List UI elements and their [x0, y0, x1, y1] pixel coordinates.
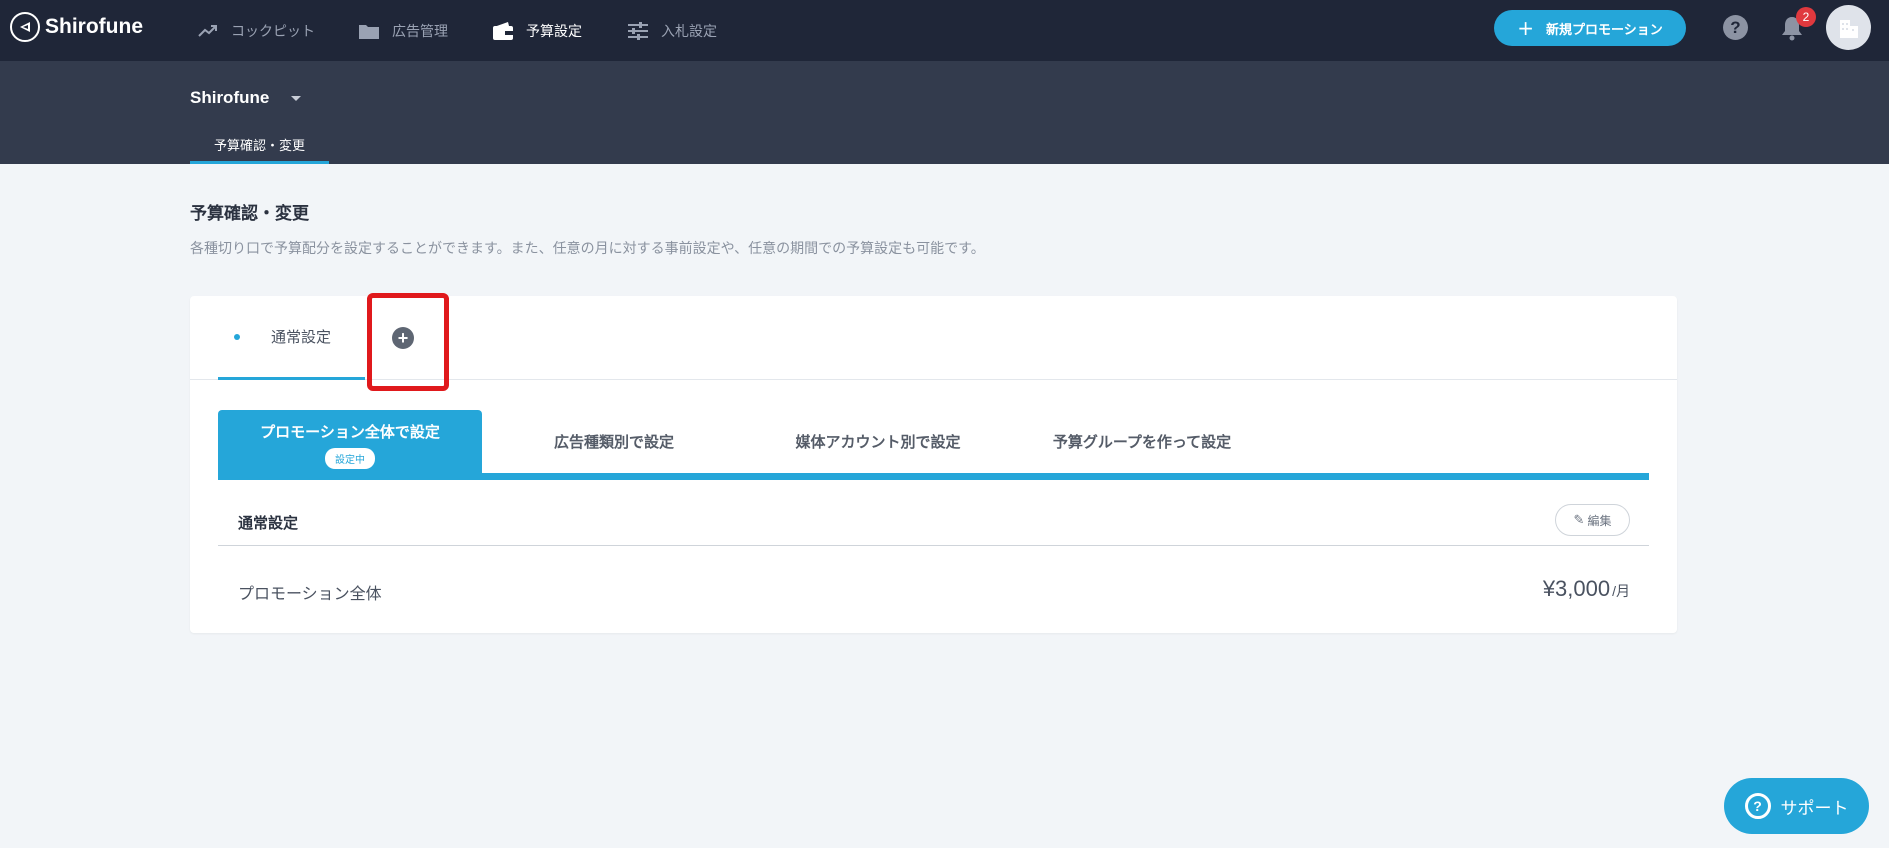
budget-row: プロモーション全体 ¥3,000/月 — [218, 546, 1649, 633]
pencil-icon: ✎ — [1573, 512, 1585, 528]
sub-header: Shirofune 予算確認・変更 — [0, 61, 1889, 164]
brand-logo[interactable]: Shirofune — [10, 12, 143, 42]
support-button[interactable]: ? サポート — [1724, 778, 1869, 834]
tab-promotion-wide[interactable]: プロモーション全体で設定 設定中 — [218, 410, 482, 480]
nav-item-cockpit[interactable]: コックピット — [197, 0, 315, 61]
building-icon — [1839, 19, 1858, 38]
tab-budget-review[interactable]: 予算確認・変更 — [190, 127, 329, 164]
wallet-icon — [492, 20, 514, 42]
brand-name: Shirofune — [45, 15, 143, 38]
trending-up-icon — [197, 20, 219, 42]
avatar[interactable] — [1826, 5, 1871, 50]
tab-by-ad-type[interactable]: 広告種類別で設定 — [482, 410, 746, 473]
page-description: 各種切り口で予算配分を設定することができます。また、任意の月に対する事前設定や、… — [190, 241, 985, 257]
plus-icon: + — [1517, 16, 1534, 40]
org-selector[interactable]: Shirofune — [190, 88, 302, 108]
highlight-box — [367, 293, 449, 391]
budget-amount: ¥3,000/月 — [1542, 576, 1630, 601]
top-nav: Shirofune コックピット 広告管理 予算設定 入札設定 + 新規プロモー… — [0, 0, 1889, 61]
section-title: 通常設定 — [238, 514, 299, 532]
tab-underline — [218, 473, 1649, 480]
folder-icon — [358, 20, 380, 42]
caret-down-icon — [291, 95, 302, 101]
setting-mode-tabs: プロモーション全体で設定 設定中 広告種類別で設定 媒体アカウント別で設定 予算… — [218, 410, 1649, 480]
sliders-icon — [627, 20, 649, 42]
notification-badge: 2 — [1796, 7, 1816, 27]
tab-by-media-account[interactable]: 媒体アカウント別で設定 — [746, 410, 1010, 473]
page-title: 予算確認・変更 — [190, 204, 309, 224]
settings-header-row: 通常設定 ✎ 編集 — [218, 494, 1649, 546]
tab-normal-settings[interactable]: 通常設定 — [218, 296, 365, 380]
nav-item-ad-management[interactable]: 広告管理 — [358, 0, 448, 61]
budget-row-label: プロモーション全体 — [238, 584, 382, 603]
tab-by-budget-group[interactable]: 予算グループを作って設定 — [1010, 410, 1274, 473]
question-icon: ? — [1744, 793, 1771, 819]
nav-item-budget-settings[interactable]: 予算設定 — [492, 0, 582, 61]
active-dot — [234, 333, 240, 340]
new-promotion-button[interactable]: + 新規プロモーション — [1494, 10, 1686, 46]
status-badge: 設定中 — [325, 448, 375, 469]
edit-button[interactable]: ✎ 編集 — [1555, 504, 1630, 536]
logo-icon — [10, 12, 40, 42]
question-circle-icon[interactable]: ? — [1723, 15, 1748, 40]
nav-item-bid-settings[interactable]: 入札設定 — [627, 0, 717, 61]
